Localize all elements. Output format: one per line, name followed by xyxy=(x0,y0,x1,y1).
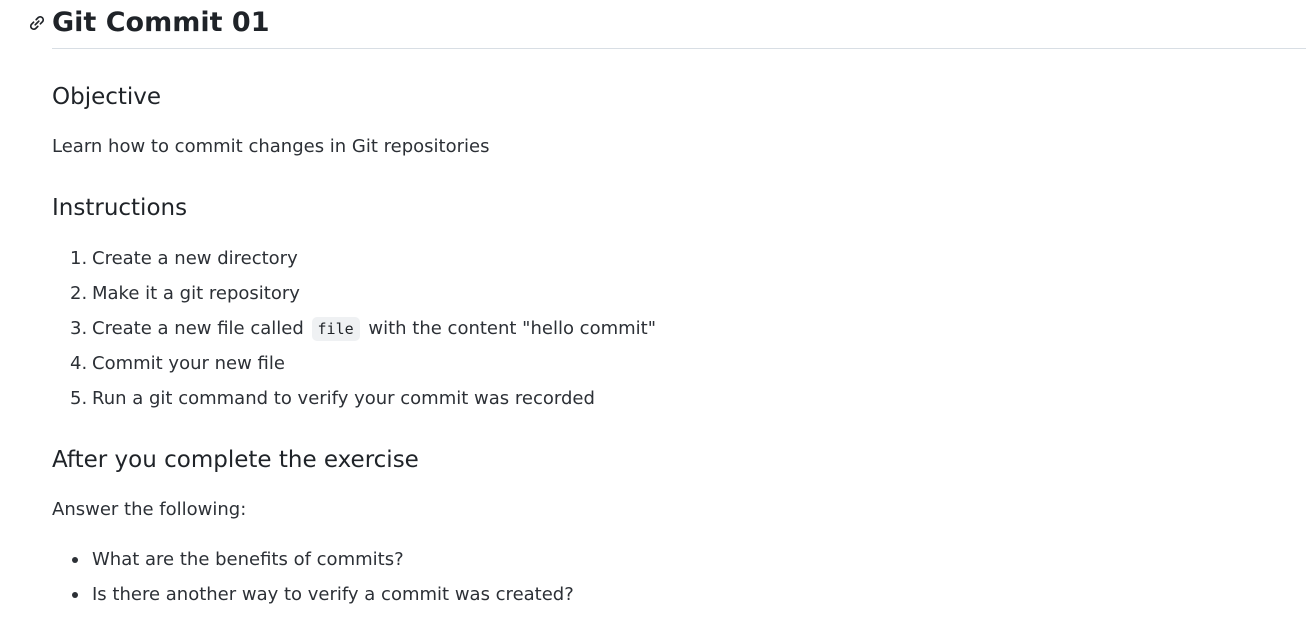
list-item-text: Make it a git repository xyxy=(92,283,300,304)
readme-page: Git Commit 01 Objective Learn how to com… xyxy=(0,0,1306,627)
list-item-text: Is there another way to verify a commit … xyxy=(92,584,574,605)
objective-heading: Objective xyxy=(52,84,162,110)
list-item-text: What are the benefits of commits? xyxy=(92,549,404,570)
list-item-number: 2. xyxy=(70,283,88,304)
list-item-number: 5. xyxy=(70,388,88,409)
inline-code-file: file xyxy=(311,317,360,341)
list-item-number: 3. xyxy=(70,318,88,339)
list-item-text: Run a git command to verify your commit … xyxy=(92,388,595,409)
page-title: Git Commit 01 xyxy=(52,7,270,38)
list-item-number: 4. xyxy=(70,353,88,374)
list-item-text-before: Create a new file called xyxy=(92,318,304,339)
bullet-dot xyxy=(72,592,78,598)
heading-anchor-link[interactable] xyxy=(26,12,48,34)
list-item-number: 1. xyxy=(70,248,88,269)
list-item-text-after: with the content "hello commit" xyxy=(368,318,656,339)
list-item-text: Create a new file called file with the c… xyxy=(92,316,656,342)
link-icon xyxy=(26,12,48,34)
list-item-text: Create a new directory xyxy=(92,248,298,269)
after-exercise-heading: After you complete the exercise xyxy=(52,447,419,473)
after-exercise-text: Answer the following: xyxy=(52,499,247,520)
list-item-text: Commit your new file xyxy=(92,353,285,374)
title-divider xyxy=(52,48,1306,49)
objective-text: Learn how to commit changes in Git repos… xyxy=(52,136,490,157)
bullet-dot xyxy=(72,557,78,563)
instructions-heading: Instructions xyxy=(52,195,188,221)
